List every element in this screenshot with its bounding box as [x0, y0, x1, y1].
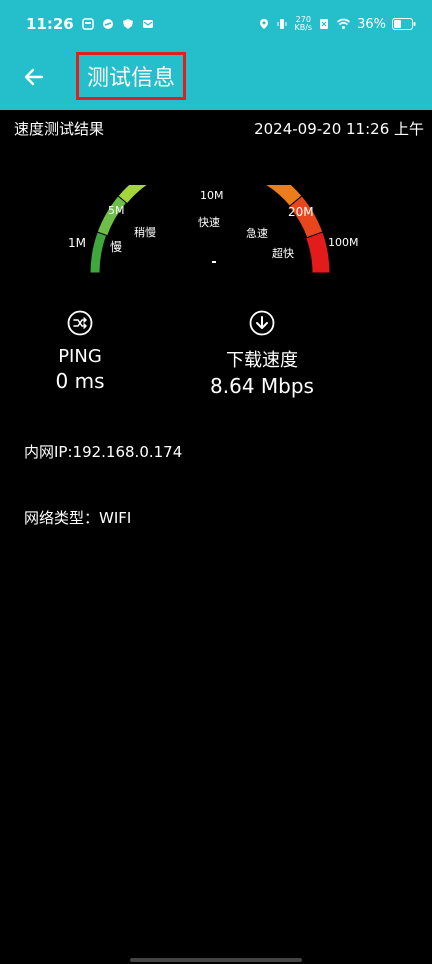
download-icon — [249, 310, 275, 336]
lan-ip: 内网IP:192.168.0.174 — [24, 443, 183, 461]
gauge-scale-5m: 5M — [108, 204, 125, 217]
result-heading: 速度测试结果 — [14, 120, 105, 138]
status-time: 11:26 — [26, 15, 74, 33]
result-header: 速度测试结果 2024-09-20 11:26 上午 — [14, 118, 424, 139]
gauge-scale-100m: 100M — [328, 236, 359, 249]
vibrate-icon — [277, 19, 287, 29]
app-notification-icon — [102, 19, 113, 29]
gauge-zone-super-fast: 超快 — [272, 246, 294, 260]
status-bar: 11:26 270 KB/s 36% — [0, 0, 432, 48]
ping-label: PING — [58, 346, 102, 367]
result-datetime: 2024-09-20 11:26 上午 — [254, 120, 424, 138]
gauge-zone-rapid: 急速 — [246, 226, 268, 240]
battery-icon — [392, 18, 416, 30]
ping-metric: PING 0 ms — [40, 310, 120, 393]
download-metric: 下载速度 8.64 Mbps — [196, 310, 328, 398]
download-label: 下载速度 — [226, 350, 298, 371]
download-value: 8.64 Mbps — [210, 374, 314, 398]
net-rate: 270 KB/s — [294, 15, 313, 32]
shield-icon — [122, 19, 133, 29]
page-title: 测试信息 — [76, 52, 186, 100]
ping-value: 0 ms — [55, 369, 105, 393]
gallery-icon — [82, 18, 94, 30]
shuffle-icon — [67, 310, 93, 336]
wifi-icon — [337, 18, 351, 29]
gauge-segment — [89, 231, 108, 274]
back-arrow-icon[interactable] — [20, 63, 48, 91]
gauge-scale-10m: 10M — [200, 189, 224, 202]
mail-icon — [142, 20, 153, 28]
gauge-zone-bit-slow: 稍慢 — [134, 225, 156, 239]
gauge-zone-slow: 慢 — [110, 240, 122, 254]
network-type: 网络类型：WIFI — [24, 509, 132, 527]
battery-percent: 36% — [357, 16, 386, 32]
gauge-segment — [305, 231, 331, 274]
location-icon — [260, 19, 269, 29]
gauge-scale-20m: 20M — [288, 205, 314, 219]
gauge-segment — [117, 185, 149, 205]
app-bar: 测试信息 — [0, 48, 432, 110]
speed-gauge: 1M 5M 10M 20M 100M 慢 稍慢 快速 急速 超快 — [68, 185, 359, 274]
gauge-needle-dot — [212, 261, 216, 263]
sim-off-icon — [320, 19, 329, 29]
gauge-scale-1m: 1M — [68, 236, 86, 250]
home-indicator[interactable] — [130, 958, 302, 962]
gauge-zone-fast: 快速 — [198, 216, 220, 229]
